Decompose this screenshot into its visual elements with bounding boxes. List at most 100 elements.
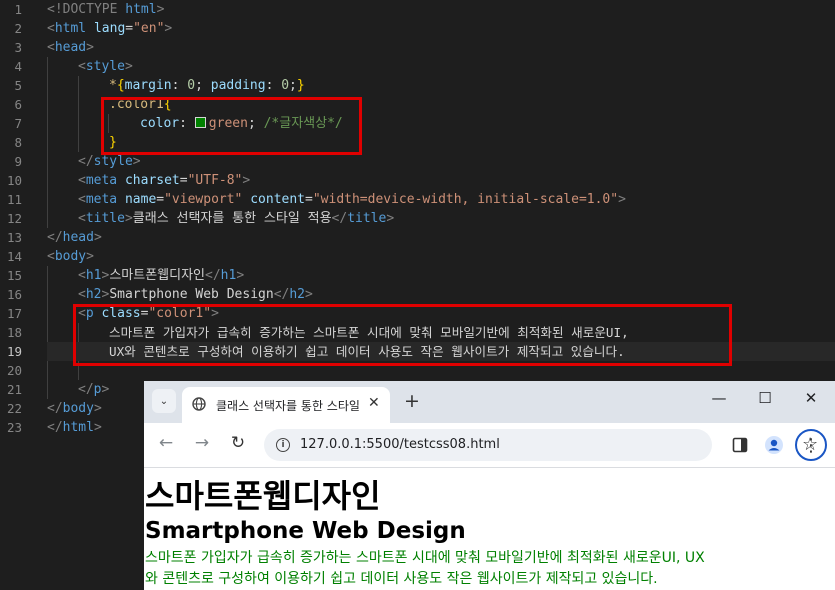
- code-line[interactable]: 11 <meta name="viewport" content="width=d…: [0, 190, 835, 209]
- address-bar[interactable]: i 127.0.0.1:5500/testcss08.html ☆: [264, 429, 818, 461]
- code-line[interactable]: 12 <title>클래스 선택자를 통한 스타일 적용</title>: [0, 209, 835, 228]
- token: "viewport": [164, 192, 243, 207]
- token: <: [47, 249, 55, 264]
- line-number: 2: [14, 21, 22, 36]
- token: </: [205, 268, 221, 283]
- tab-search-button[interactable]: ⌄: [152, 389, 176, 413]
- token: =: [125, 21, 134, 36]
- token: <: [78, 211, 86, 226]
- token: </: [47, 401, 63, 416]
- browser-tab-active[interactable]: 클래스 선택자를 통한 스타일 적용 ✕: [182, 387, 390, 423]
- token: "width=device-width, initial-scale=1.0": [312, 192, 619, 207]
- token: 0: [281, 78, 290, 93]
- token: Smartphone Web Design: [109, 287, 274, 302]
- line-number: 16: [6, 287, 22, 302]
- token: lang: [86, 21, 126, 36]
- code-line[interactable]: 4 <style>: [0, 57, 835, 76]
- code-line[interactable]: 5 *{margin: 0; padding: 0;}: [0, 76, 835, 95]
- line-number: 10: [6, 173, 22, 188]
- token: <: [78, 287, 86, 302]
- token: <: [47, 40, 55, 55]
- globe-icon: [192, 397, 206, 411]
- code-line[interactable]: 1 <!DOCTYPE html>: [0, 0, 835, 19]
- token: meta: [85, 173, 118, 188]
- code-line[interactable]: 10 <meta charset="UTF-8">: [0, 171, 835, 190]
- forward-button[interactable]: →: [190, 433, 214, 453]
- token: >: [156, 2, 165, 17]
- code-line[interactable]: 13 </head>: [0, 228, 835, 247]
- code-line[interactable]: 15 <h1>스마트폰웹디자인</h1>: [0, 266, 835, 285]
- line-number: 14: [6, 249, 22, 264]
- token: </: [47, 230, 63, 245]
- tab-close-icon[interactable]: ✕: [368, 395, 380, 411]
- token: ;: [195, 78, 211, 93]
- browser-menu-button[interactable]: ⋮: [795, 429, 827, 461]
- close-window-button[interactable]: ✕: [796, 389, 826, 407]
- highlight-box-paragraph: [73, 304, 732, 366]
- back-button[interactable]: ←: [154, 433, 178, 453]
- code-line[interactable]: 3 <head>: [0, 38, 835, 57]
- token: >: [618, 192, 626, 207]
- token: {: [116, 78, 125, 93]
- token: >: [132, 154, 141, 169]
- token: title: [85, 211, 125, 226]
- site-info-icon[interactable]: i: [276, 438, 290, 452]
- line-number: 21: [6, 382, 22, 397]
- token: html: [125, 2, 157, 17]
- token: "UTF-8": [187, 173, 243, 188]
- token: =: [305, 192, 313, 207]
- token: "en": [133, 21, 165, 36]
- token: </: [78, 154, 94, 169]
- token: head: [54, 40, 87, 55]
- token: margin: [124, 78, 172, 93]
- line-number: 22: [6, 401, 22, 416]
- line-number: 12: [6, 211, 22, 226]
- reload-button[interactable]: ↻: [226, 433, 250, 453]
- token: <: [78, 173, 86, 188]
- token: =: [179, 173, 188, 188]
- token: </: [78, 382, 94, 397]
- code-line[interactable]: 2 <html lang="en">: [0, 19, 835, 38]
- token: >: [101, 382, 110, 397]
- token: html: [62, 420, 94, 435]
- line-number: 17: [6, 306, 22, 321]
- kebab-menu-icon: ⋮: [802, 434, 820, 456]
- token: padding: [210, 78, 266, 93]
- profile-avatar-icon[interactable]: [764, 435, 784, 455]
- token: </: [273, 287, 290, 302]
- token: <: [78, 192, 86, 207]
- token: h1: [220, 268, 237, 283]
- token: h2: [289, 287, 305, 302]
- page-heading-2: Smartphone Web Design: [145, 518, 466, 544]
- token: *: [109, 78, 117, 93]
- token: }: [296, 78, 305, 93]
- token: <: [47, 21, 55, 36]
- token: body: [54, 249, 87, 264]
- line-number: 5: [14, 78, 22, 93]
- token: >: [93, 401, 102, 416]
- tab-strip: ⌄ 클래스 선택자를 통한 스타일 적용 ✕ + — ☐ ✕: [144, 381, 835, 423]
- minimize-button[interactable]: —: [704, 389, 734, 407]
- line-number: 1: [14, 2, 22, 17]
- token: h1: [85, 268, 102, 283]
- url-text[interactable]: 127.0.0.1:5500/testcss08.html: [300, 437, 500, 452]
- line-number: 13: [6, 230, 22, 245]
- token: >: [236, 268, 245, 283]
- side-panel-icon[interactable]: [732, 437, 748, 453]
- browser-window[interactable]: ⌄ 클래스 선택자를 통한 스타일 적용 ✕ + — ☐ ✕ ← → ↻ i 1…: [144, 381, 835, 590]
- token: ;: [289, 78, 297, 93]
- token: >: [242, 173, 251, 188]
- code-line[interactable]: 14 <body>: [0, 247, 835, 266]
- token: body: [62, 401, 94, 416]
- token: </: [47, 420, 63, 435]
- tab-title: 클래스 선택자를 통한 스타일 적용: [216, 399, 362, 413]
- token: >: [386, 211, 395, 226]
- token: title: [347, 211, 387, 226]
- token: <: [78, 268, 86, 283]
- line-number: 19: [6, 344, 22, 359]
- maximize-button[interactable]: ☐: [750, 389, 780, 407]
- new-tab-button[interactable]: +: [404, 390, 420, 412]
- code-line[interactable]: 16 <h2>Smartphone Web Design</h2>: [0, 285, 835, 304]
- token: head: [62, 230, 94, 245]
- line-number: 4: [14, 59, 22, 74]
